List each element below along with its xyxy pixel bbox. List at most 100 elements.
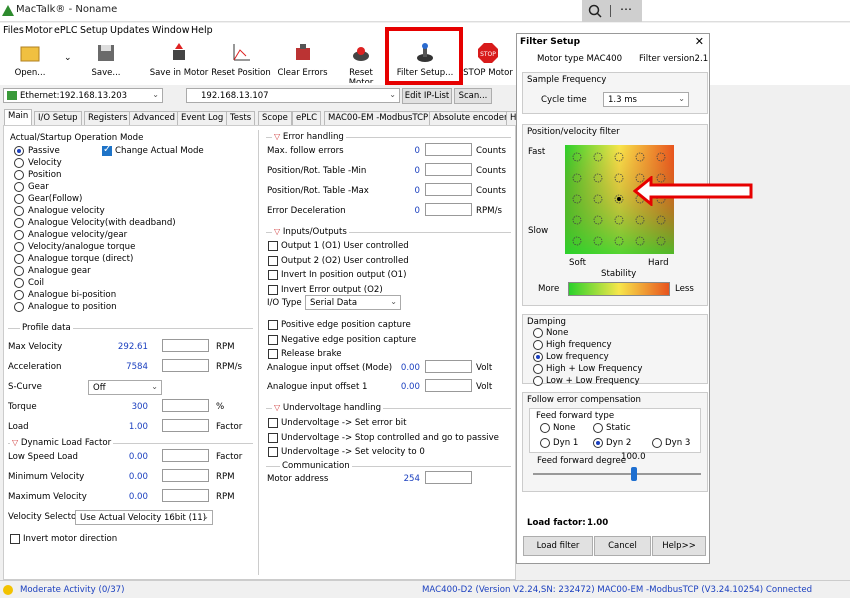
- menu-window[interactable]: Window: [152, 25, 189, 36]
- fft-radio[interactable]: [593, 438, 603, 448]
- io-checkbox[interactable]: [268, 255, 278, 266]
- collapse-icon[interactable]: ▽: [12, 438, 18, 447]
- dlf-input[interactable]: [162, 489, 209, 502]
- profile-input[interactable]: [162, 399, 209, 412]
- error-input[interactable]: [425, 203, 472, 216]
- undervoltage-checkbox[interactable]: [268, 447, 278, 457]
- scan-button[interactable]: Scan...: [454, 88, 492, 104]
- zoom-icon[interactable]: [588, 4, 602, 18]
- chevron-down-icon: ⌄: [389, 90, 396, 99]
- cancel-button[interactable]: Cancel: [594, 536, 651, 556]
- tab-scope[interactable]: Scope: [258, 111, 292, 125]
- fft-label: Static: [606, 423, 631, 433]
- error-input[interactable]: [425, 183, 472, 196]
- menu-updates[interactable]: Updates: [110, 25, 149, 36]
- mode-radio[interactable]: [14, 254, 24, 264]
- menu-help[interactable]: Help: [191, 25, 213, 36]
- collapse-icon[interactable]: ▽: [274, 227, 280, 236]
- mode-radio[interactable]: [14, 170, 24, 180]
- io-checkbox[interactable]: [268, 334, 278, 345]
- load-filter-button[interactable]: Load filter: [523, 536, 593, 556]
- ip-select[interactable]: 192.168.13.107 ⌄: [186, 88, 400, 103]
- mode-radio[interactable]: [14, 290, 24, 300]
- error-input[interactable]: [425, 163, 472, 176]
- open-button[interactable]: Open...: [8, 39, 52, 83]
- offset-mode-input[interactable]: [425, 360, 472, 373]
- io-checkbox[interactable]: [268, 284, 278, 295]
- tab-advanced[interactable]: Advanced: [129, 111, 179, 125]
- save-button[interactable]: Save...: [86, 39, 126, 83]
- mode-radio[interactable]: [14, 302, 24, 312]
- tab-io-setup[interactable]: I/O Setup: [34, 111, 82, 125]
- help-button[interactable]: Help>>: [652, 536, 706, 556]
- fft-radio[interactable]: [593, 423, 603, 433]
- change-actual-mode-checkbox[interactable]: [102, 144, 112, 156]
- mode-radio[interactable]: [14, 206, 24, 216]
- tab-event-log[interactable]: Event Log: [177, 111, 228, 125]
- profile-input[interactable]: [162, 339, 209, 352]
- fft-radio[interactable]: [652, 438, 662, 448]
- ffd-slider-track[interactable]: [533, 473, 701, 475]
- tab-main[interactable]: Main: [4, 109, 33, 125]
- mode-label: Analogue gear: [28, 266, 91, 276]
- mode-radio[interactable]: [14, 218, 24, 228]
- undervoltage-checkbox[interactable]: [268, 418, 278, 428]
- mode-radio[interactable]: [14, 194, 24, 204]
- mode-radio[interactable]: [14, 266, 24, 276]
- dlf-input[interactable]: [162, 449, 209, 462]
- tab-eplc[interactable]: ePLC: [292, 111, 322, 125]
- mode-radio[interactable]: [14, 242, 24, 252]
- menu-eplc[interactable]: ePLC: [54, 25, 78, 36]
- io-checkbox[interactable]: [268, 320, 278, 330]
- invert-motor-checkbox[interactable]: [10, 534, 20, 544]
- ffd-slider-thumb[interactable]: [630, 467, 637, 481]
- tab-modbus[interactable]: MAC00-EM -ModbusTCP: [324, 111, 433, 125]
- menu-motor[interactable]: Motor: [25, 25, 52, 36]
- reset-position-button[interactable]: Reset Position: [210, 39, 272, 83]
- open-dropdown-icon[interactable]: ⌄: [64, 53, 72, 63]
- tab-absolute-encoder[interactable]: Absolute encoder: [429, 111, 512, 125]
- mode-radio[interactable]: [14, 146, 24, 156]
- save-in-motor-button[interactable]: Save in Motor: [148, 39, 210, 83]
- mode-radio[interactable]: [14, 230, 24, 240]
- error-value: 0: [414, 206, 420, 216]
- mode-radio[interactable]: [14, 278, 24, 288]
- fft-radio[interactable]: [540, 423, 550, 433]
- damping-radio[interactable]: [533, 340, 543, 350]
- clear-errors-button[interactable]: Clear Errors: [275, 39, 330, 83]
- damping-radio[interactable]: [533, 328, 543, 338]
- dlf-input[interactable]: [162, 469, 209, 482]
- profile-input[interactable]: [162, 359, 209, 372]
- io-checkbox[interactable]: [268, 270, 278, 280]
- mode-radio[interactable]: [14, 158, 24, 168]
- menu-files[interactable]: Files: [3, 25, 24, 36]
- stop-motor-button[interactable]: STOP STOP Motor: [462, 39, 514, 83]
- velocity-selector-select[interactable]: Use Actual Velocity 16bit (11) ⌄: [75, 510, 213, 525]
- tab-tests[interactable]: Tests: [226, 111, 256, 125]
- close-icon[interactable]: ✕: [695, 35, 704, 48]
- damping-radio[interactable]: [533, 376, 543, 386]
- s-curve-select[interactable]: Off ⌄: [88, 380, 162, 395]
- fft-radio[interactable]: [540, 438, 550, 448]
- io-checkbox[interactable]: [268, 349, 278, 359]
- profile-input[interactable]: [162, 419, 209, 432]
- menu-setup[interactable]: Setup: [80, 25, 108, 36]
- io-checkbox[interactable]: [268, 241, 278, 251]
- offset1-input[interactable]: [425, 379, 472, 392]
- profile-unit: RPM: [216, 342, 235, 352]
- edit-ip-list-button[interactable]: Edit IP-List: [402, 88, 452, 104]
- damping-radio[interactable]: [533, 352, 543, 362]
- motor-address-input[interactable]: [425, 471, 472, 484]
- damping-radio[interactable]: [533, 364, 543, 374]
- ethernet-select[interactable]: Ethernet:192.168.13.203 ⌄: [3, 88, 163, 103]
- undervoltage-checkbox[interactable]: [268, 432, 278, 443]
- reset-motor-button[interactable]: Reset Motor: [336, 39, 386, 83]
- collapse-icon[interactable]: ▽: [274, 132, 280, 141]
- more-icon[interactable]: ⋯: [620, 2, 632, 16]
- error-input[interactable]: [425, 143, 472, 156]
- collapse-icon[interactable]: ▽: [274, 403, 280, 412]
- io-type-select[interactable]: Serial Data ⌄: [305, 295, 401, 310]
- tab-registers[interactable]: Registers: [84, 111, 132, 125]
- cycle-time-select[interactable]: 1.3 ms ⌄: [603, 92, 689, 107]
- mode-radio[interactable]: [14, 182, 24, 192]
